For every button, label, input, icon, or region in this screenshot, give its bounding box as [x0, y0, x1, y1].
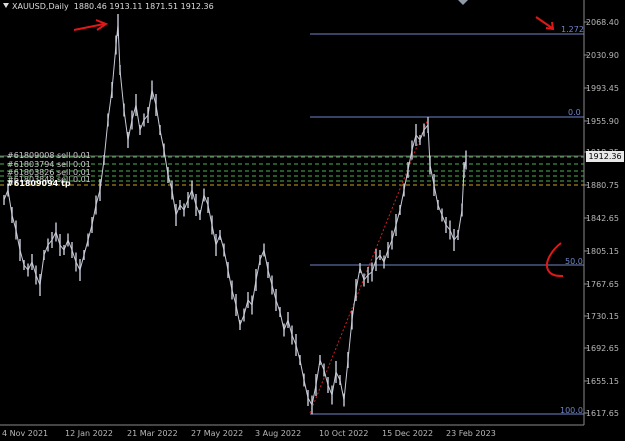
price-tick: 1805.15	[585, 247, 619, 256]
time-tick: 10 Oct 2022	[319, 429, 369, 438]
order-label[interactable]: #61809094 tp	[7, 179, 71, 188]
trend-line	[309, 118, 429, 414]
time-tick: 15 Dec 2022	[382, 429, 434, 438]
price-plot[interactable]	[0, 0, 625, 441]
time-tick: 21 Mar 2022	[127, 429, 178, 438]
price-tick: 2030.90	[585, 51, 619, 60]
price-tick: 1880.75	[585, 181, 619, 190]
time-tick: 4 Nov 2021	[2, 429, 49, 438]
time-tick: 12 Jan 2022	[65, 429, 113, 438]
annotation-arrow	[535, 16, 553, 29]
price-tick: 1617.65	[585, 409, 619, 418]
time-tick: 27 May 2022	[191, 429, 244, 438]
fib-level-label: 100.0	[560, 406, 583, 415]
price-tick: 1767.65	[585, 280, 619, 289]
price-tick: 1692.65	[585, 344, 619, 353]
price-tick: 1730.15	[585, 312, 619, 321]
fib-level-label: 50.0	[565, 257, 583, 266]
order-label[interactable]: #61809008 sell 0.01	[7, 151, 91, 160]
time-tick: 3 Aug 2022	[255, 429, 302, 438]
symbol-label: XAUUSD,Daily	[12, 2, 69, 11]
price-tick: 1993.45	[585, 84, 619, 93]
time-tick: 23 Feb 2023	[446, 429, 496, 438]
shift-marker-icon[interactable]	[458, 0, 468, 5]
price-tick: 1655.15	[585, 377, 619, 386]
annotation-bracket	[546, 242, 564, 277]
price-tick: 1842.65	[585, 214, 619, 223]
price-line	[3, 24, 467, 407]
current-price-tag: 1912.36	[586, 151, 624, 162]
fib-level-label: 0.0	[568, 108, 581, 117]
price-tick: 2068.40	[585, 18, 619, 27]
chart-window[interactable]: XAUUSD,Daily 1880.46 1913.11 1871.51 191…	[0, 0, 625, 441]
dropdown-triangle-icon[interactable]	[3, 3, 9, 8]
fib-level-label: 1.272	[561, 25, 584, 34]
symbol-header: XAUUSD,Daily 1880.46 1913.11 1871.51 191…	[3, 2, 214, 11]
price-tick: 1955.90	[585, 117, 619, 126]
ohlc-values: 1880.46 1913.11 1871.51 1912.36	[73, 2, 214, 11]
